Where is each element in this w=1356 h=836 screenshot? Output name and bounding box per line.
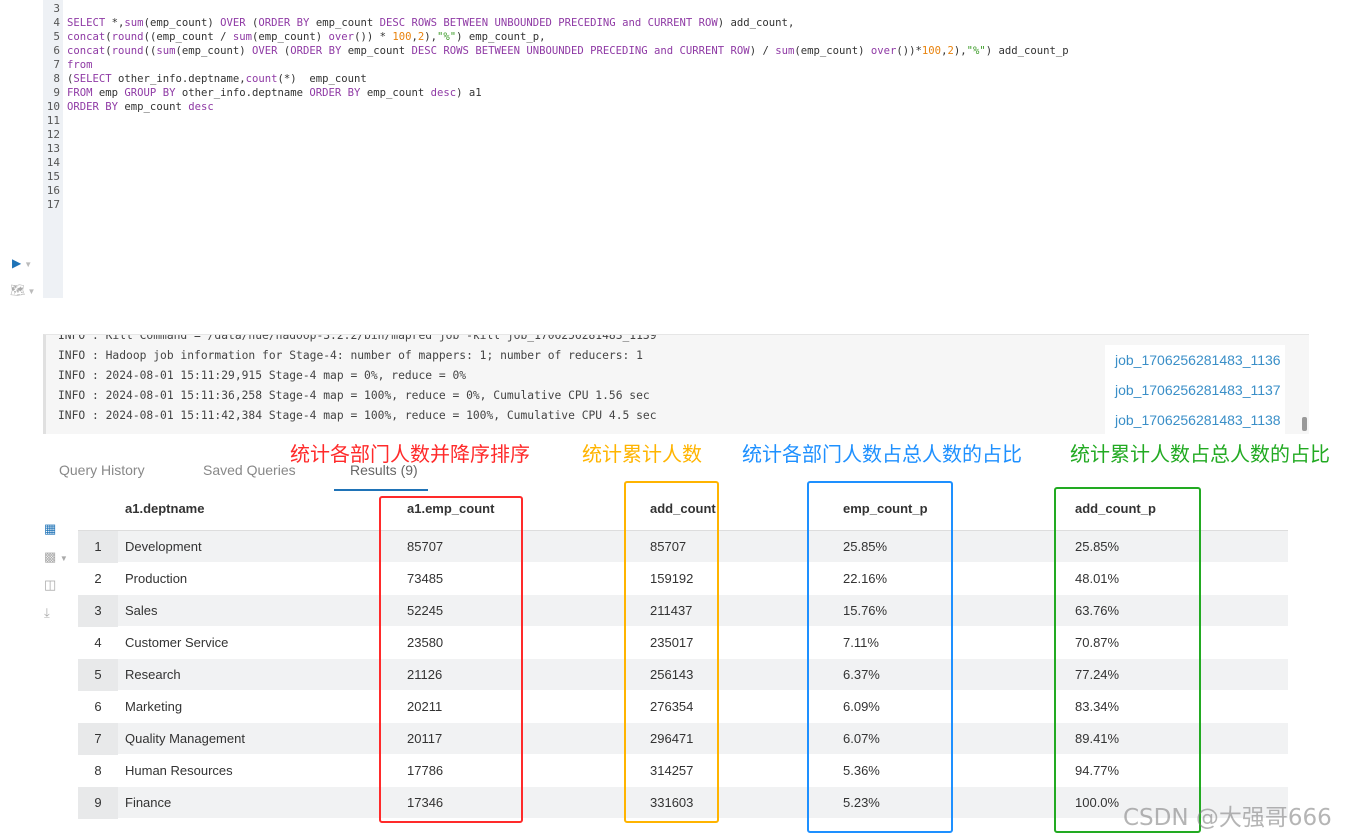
chevron-down-icon[interactable]: ▼ [24,260,32,269]
line-number-gutter: 3 4 5 6 7 8 9 10 11 12 13 14 15 16 17 [43,0,63,298]
scrollbar[interactable] [1302,417,1307,431]
line-number: 13 [46,142,60,155]
row-index: 8 [78,755,118,787]
table-cell: Quality Management [125,731,245,746]
line-number: 6 [53,44,60,57]
job-list: job_1706256281483_1136 job_1706256281483_… [1105,345,1285,434]
table-cell: Human Resources [125,763,233,778]
annotation-label: 统计各部门人数占总人数的占比 [742,442,1022,466]
sql-code[interactable]: SELECT *,sum(emp_count) OVER (ORDER BY e… [67,2,1069,212]
code-line: concat(round((emp_count / sum(emp_count)… [67,31,546,43]
highlight-box [1054,487,1201,833]
line-number: 4 [53,16,60,29]
table-cell: Development [125,539,202,554]
line-number: 9 [53,86,60,99]
line-number: 14 [46,156,60,169]
code-line: ORDER BY emp_count desc [67,101,214,113]
job-link[interactable]: job_1706256281483_1138 [1105,405,1285,434]
row-index: 7 [78,723,118,755]
download-icon[interactable]: ⤓ [44,605,68,633]
run-query-button[interactable]: ▶ ▼ [12,256,32,270]
code-line: FROM emp GROUP BY other_info.deptname OR… [67,87,482,99]
tab-results[interactable]: Results (9) [350,462,418,478]
line-number: 8 [53,72,60,85]
log-line: INFO : Hadoop job information for Stage-… [58,349,643,362]
code-line: concat(round((sum(emp_count) OVER (ORDER… [67,45,1069,57]
result-toolbar: ▦ ▩ ▼ ◫ ⤓ [44,521,68,633]
code-line: (SELECT other_info.deptname,count(*) emp… [67,73,367,85]
row-index: 1 [78,531,118,563]
annotation-label: 统计累计人数占总人数的占比 [1070,442,1330,466]
table-cell: Finance [125,795,172,810]
bar-chart-icon[interactable]: ▩ ▼ [44,549,68,577]
active-tab-indicator [334,489,428,491]
log-line: INFO : 2024-08-01 15:11:36,258 Stage-4 m… [58,389,650,402]
annotation-label: 统计累计人数 [582,442,702,466]
row-index: 3 [78,595,118,627]
code-line: from [67,59,93,71]
columns-icon[interactable]: ◫ [44,577,68,605]
tab-query-history[interactable]: Query History [59,462,145,478]
log-line: INFO : Kill Command = /data/hue/hadoop-3… [58,334,657,342]
line-number: 10 [46,100,60,113]
row-index: 5 [78,659,118,691]
map-icon[interactable]: 🗺 ▼ [10,283,35,297]
line-number: 12 [46,128,60,141]
code-line: SELECT *,sum(emp_count) OVER (ORDER BY e… [67,17,795,29]
log-line: INFO : 2024-08-01 15:11:29,915 Stage-4 m… [58,369,467,382]
row-index: 9 [78,787,118,819]
line-number: 5 [53,30,60,43]
job-link[interactable]: job_1706256281483_1136 [1105,345,1285,375]
highlight-box [379,496,523,823]
watermark: CSDN @大强哥666 [1123,805,1332,831]
table-cell: Marketing [125,699,183,714]
row-index: 6 [78,691,118,723]
line-number: 15 [46,170,60,183]
line-number: 3 [53,2,60,15]
row-index: 2 [78,563,118,595]
grid-icon[interactable]: ▦ [44,521,68,549]
job-link[interactable]: job_1706256281483_1137 [1105,375,1285,405]
highlight-box [624,481,719,823]
log-line: INFO : 2024-08-01 15:11:42,384 Stage-4 m… [58,409,657,422]
line-number: 11 [46,114,60,127]
table-cell: Customer Service [125,635,229,650]
query-log: INFO : Kill Command = /data/hue/hadoop-3… [43,334,1309,434]
highlight-box [807,481,953,833]
column-header[interactable]: a1.deptname [125,493,204,525]
table-cell: Research [125,667,181,682]
sql-editor[interactable]: 3 4 5 6 7 8 9 10 11 12 13 14 15 16 17 SELECT *,sum(emp… [43,0,1313,298]
play-icon: ▶ [12,256,22,270]
line-number: 16 [46,184,60,197]
row-index: 4 [78,627,118,659]
line-number: 17 [46,198,60,211]
table-cell: Production [125,571,188,586]
table-cell: Sales [125,603,158,618]
line-number: 7 [53,58,60,71]
tab-saved-queries[interactable]: Saved Queries [203,462,296,478]
